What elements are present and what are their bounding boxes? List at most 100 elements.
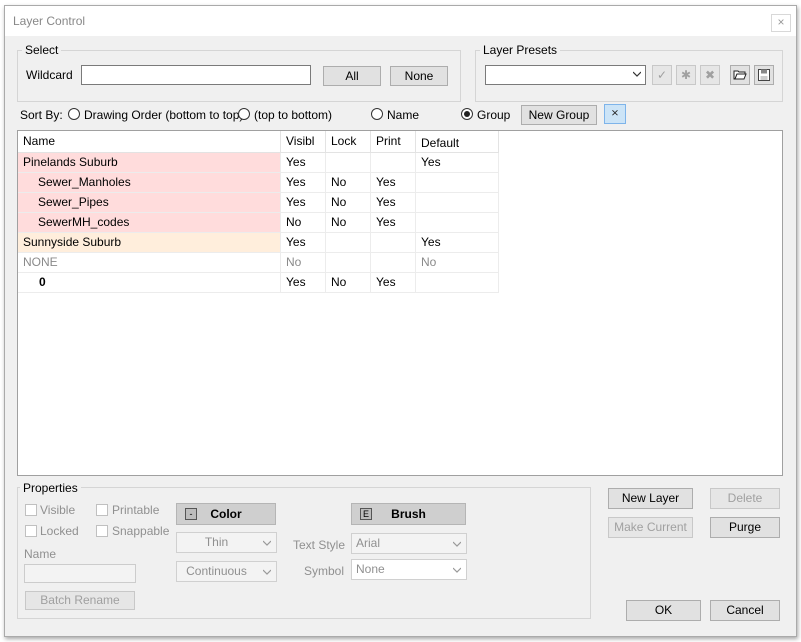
name-label: Name xyxy=(24,547,57,561)
cell-visible[interactable]: Yes xyxy=(281,273,326,293)
cell-visible[interactable]: Yes xyxy=(281,153,326,173)
cell-default[interactable] xyxy=(416,173,499,193)
column-header-name[interactable]: Name xyxy=(18,131,281,153)
cell-visible[interactable]: No xyxy=(281,213,326,233)
new-preset-button[interactable]: ✱ xyxy=(676,65,696,85)
sort-option-label: Group xyxy=(477,108,511,122)
brush-swatch: E xyxy=(360,508,372,520)
ok-button[interactable]: OK xyxy=(626,600,701,621)
folder-open-icon xyxy=(733,70,747,80)
cell-print[interactable]: Yes xyxy=(371,173,416,193)
table-row[interactable]: Pinelands Suburb Yes Yes xyxy=(18,153,499,173)
cell-print[interactable]: Yes xyxy=(371,273,416,293)
presets-combo[interactable] xyxy=(485,65,646,85)
brush-button[interactable]: E Brush xyxy=(351,503,466,525)
line-type-value: Continuous xyxy=(186,564,247,578)
cell-lock[interactable]: No xyxy=(326,213,371,233)
select-all-button[interactable]: All xyxy=(323,66,381,86)
cell-visible[interactable]: No xyxy=(281,253,326,273)
symbol-combo[interactable]: None xyxy=(351,559,467,580)
cell-lock[interactable] xyxy=(326,253,371,273)
cell-name[interactable]: 0 xyxy=(18,273,281,293)
column-header-visible[interactable]: Visibl xyxy=(281,131,326,153)
line-weight-combo[interactable]: Thin xyxy=(176,532,277,553)
table-row[interactable]: 0 Yes No Yes xyxy=(18,273,499,293)
cell-lock[interactable] xyxy=(326,233,371,253)
cell-default[interactable] xyxy=(416,273,499,293)
column-header-default[interactable]: Default xyxy=(416,131,499,153)
cell-name[interactable]: Sewer_Manholes xyxy=(18,173,281,193)
cell-default[interactable]: No xyxy=(416,253,499,273)
cell-print[interactable]: Yes xyxy=(371,213,416,233)
cell-print[interactable] xyxy=(371,253,416,273)
sort-group-radio[interactable] xyxy=(461,108,473,120)
locked-checkbox[interactable] xyxy=(25,525,37,537)
close-button[interactable]: × xyxy=(771,14,791,32)
cell-lock[interactable]: No xyxy=(326,173,371,193)
floppy-disk-icon xyxy=(758,69,770,81)
line-type-combo[interactable]: Continuous xyxy=(176,561,277,582)
open-preset-button[interactable] xyxy=(730,65,750,85)
cell-visible[interactable]: Yes xyxy=(281,193,326,213)
table-row[interactable]: NONE No No xyxy=(18,253,499,273)
cell-name[interactable]: Pinelands Suburb xyxy=(18,153,281,173)
cell-lock[interactable]: No xyxy=(326,193,371,213)
cell-default[interactable] xyxy=(416,193,499,213)
check-icon: ✓ xyxy=(656,68,668,82)
column-header-lock[interactable]: Lock xyxy=(326,131,371,153)
printable-checkbox[interactable] xyxy=(96,504,108,516)
cell-print[interactable]: Yes xyxy=(371,193,416,213)
sort-drawing-order-top-radio[interactable] xyxy=(238,108,250,120)
cell-lock[interactable] xyxy=(326,153,371,173)
cancel-button[interactable]: Cancel xyxy=(710,600,780,621)
table-row[interactable]: Sewer_Pipes Yes No Yes xyxy=(18,193,499,213)
select-none-button[interactable]: None xyxy=(390,66,448,86)
symbol-value: None xyxy=(356,562,385,576)
wildcard-input[interactable] xyxy=(81,65,311,85)
save-preset-button[interactable] xyxy=(754,65,774,85)
table-row[interactable]: SewerMH_codes No No Yes xyxy=(18,213,499,233)
properties-label: Properties xyxy=(20,481,81,495)
snappable-checkbox[interactable] xyxy=(96,525,108,537)
sort-option-label: Name xyxy=(387,108,420,122)
new-group-button[interactable]: New Group xyxy=(521,105,597,125)
color-button[interactable]: - Color xyxy=(176,503,276,525)
color-label: Color xyxy=(210,507,242,521)
collapse-groups-button[interactable]: ⨯ xyxy=(604,104,626,124)
sort-drawing-order-bottom-radio[interactable] xyxy=(68,108,80,120)
cell-visible[interactable]: Yes xyxy=(281,233,326,253)
printable-label: Printable xyxy=(112,503,160,517)
purge-button[interactable]: Purge xyxy=(710,517,780,538)
make-current-button[interactable]: Make Current xyxy=(608,517,693,538)
text-style-combo[interactable]: Arial xyxy=(351,533,467,554)
cell-name[interactable]: NONE xyxy=(18,253,281,273)
chevron-down-icon xyxy=(633,71,641,77)
delete-layer-button[interactable]: Delete xyxy=(710,488,780,509)
asterisk-icon: ✱ xyxy=(680,68,692,82)
cell-default[interactable]: Yes xyxy=(416,153,499,173)
apply-preset-button[interactable]: ✓ xyxy=(652,65,672,85)
cell-visible[interactable]: Yes xyxy=(281,173,326,193)
cell-print[interactable] xyxy=(371,233,416,253)
column-header-print[interactable]: Print xyxy=(371,131,416,153)
visible-checkbox[interactable] xyxy=(25,504,37,516)
batch-rename-button[interactable]: Batch Rename xyxy=(25,591,135,610)
symbol-label: Symbol xyxy=(304,564,345,578)
cell-name[interactable]: SewerMH_codes xyxy=(18,213,281,233)
cell-name[interactable]: Sunnyside Suburb xyxy=(18,233,281,253)
delete-preset-button[interactable]: ✖ xyxy=(700,65,720,85)
cell-default[interactable]: Yes xyxy=(416,233,499,253)
table-row[interactable]: Sewer_Manholes Yes No Yes xyxy=(18,173,499,193)
layer-control-dialog: Layer Control × Select Wildcard All None… xyxy=(4,5,797,637)
cell-print[interactable] xyxy=(371,153,416,173)
new-layer-button[interactable]: New Layer xyxy=(608,488,693,509)
wildcard-label: Wildcard xyxy=(26,68,73,82)
cell-default[interactable] xyxy=(416,213,499,233)
layer-grid[interactable]: Name Visibl Lock Print Default Pinelands… xyxy=(17,130,783,476)
cell-lock[interactable]: No xyxy=(326,273,371,293)
layer-name-input[interactable] xyxy=(24,564,136,583)
sort-option-label: Drawing Order (bottom to top) xyxy=(84,108,244,122)
table-row[interactable]: Sunnyside Suburb Yes Yes xyxy=(18,233,499,253)
sort-name-radio[interactable] xyxy=(371,108,383,120)
cell-name[interactable]: Sewer_Pipes xyxy=(18,193,281,213)
